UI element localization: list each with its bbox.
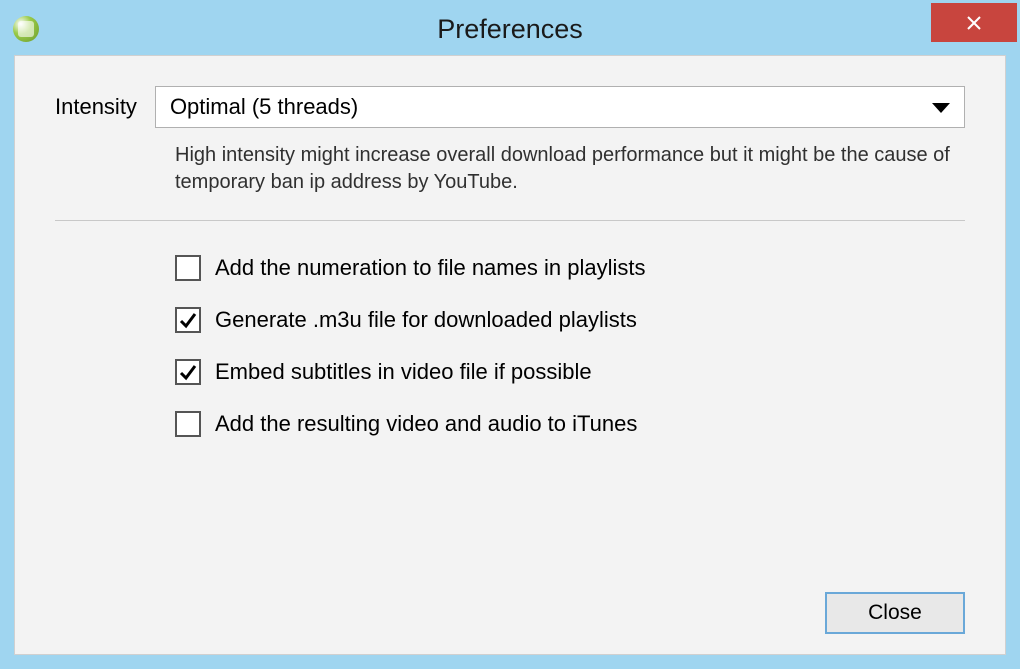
app-icon	[13, 16, 39, 42]
option-itunes[interactable]: Add the resulting video and audio to iTu…	[175, 411, 965, 437]
separator	[55, 220, 965, 221]
intensity-selected-value: Optimal (5 threads)	[170, 94, 358, 120]
chevron-down-icon	[932, 94, 950, 120]
preferences-window: Preferences Intensity Optimal (5 threads…	[0, 0, 1020, 669]
option-numeration[interactable]: Add the numeration to file names in play…	[175, 255, 965, 281]
checkbox[interactable]	[175, 255, 201, 281]
option-label: Generate .m3u file for downloaded playli…	[215, 307, 637, 333]
checkbox[interactable]	[175, 411, 201, 437]
client-area: Intensity Optimal (5 threads) High inten…	[14, 55, 1006, 655]
checkbox[interactable]	[175, 359, 201, 385]
intensity-label: Intensity	[55, 94, 137, 120]
titlebar: Preferences	[3, 3, 1017, 55]
close-icon	[965, 14, 983, 32]
intensity-combobox[interactable]: Optimal (5 threads)	[155, 86, 965, 128]
option-m3u[interactable]: Generate .m3u file for downloaded playli…	[175, 307, 965, 333]
option-label: Embed subtitles in video file if possibl…	[215, 359, 592, 385]
footer: Close	[55, 592, 965, 634]
intensity-row: Intensity Optimal (5 threads)	[55, 86, 965, 128]
option-subtitles[interactable]: Embed subtitles in video file if possibl…	[175, 359, 965, 385]
options-group: Add the numeration to file names in play…	[175, 255, 965, 437]
option-label: Add the resulting video and audio to iTu…	[215, 411, 637, 437]
option-label: Add the numeration to file names in play…	[215, 255, 645, 281]
intensity-hint: High intensity might increase overall do…	[175, 142, 965, 196]
window-close-button[interactable]	[931, 3, 1017, 42]
checkbox[interactable]	[175, 307, 201, 333]
close-button[interactable]: Close	[825, 592, 965, 634]
window-title: Preferences	[3, 14, 1017, 45]
